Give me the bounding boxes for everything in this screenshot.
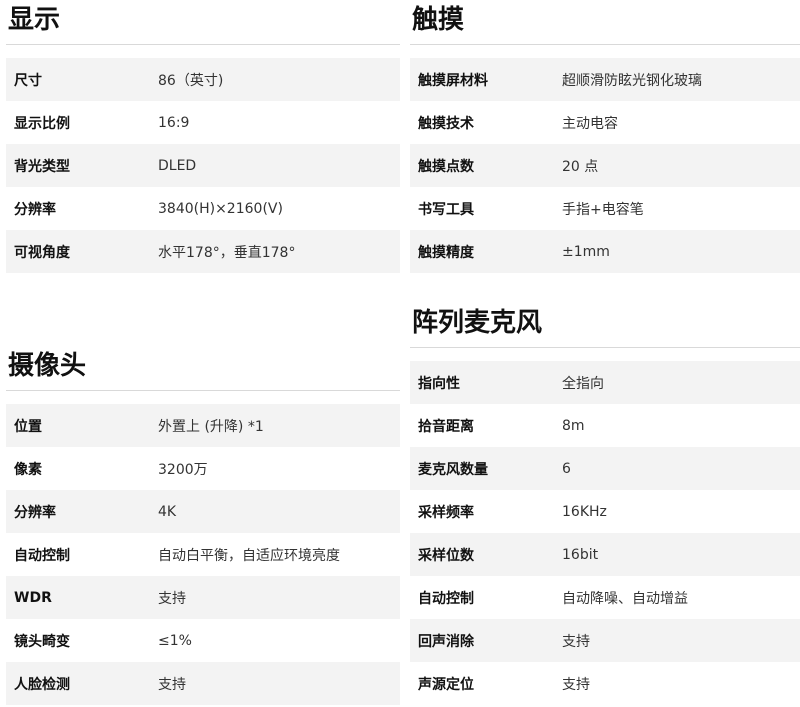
display-spec-table: 尺寸 86（英寸) 显示比例 16:9 背光类型 DLED 分辨率 3840(H)×21… [6,58,400,273]
spec-row: 触摸精度 ±1mm [410,230,800,273]
spec-row: 分辨率 4K [6,490,400,533]
spec-row: 镜头畸变 ≤1% [6,619,400,662]
spec-value: 20 点 [562,158,599,175]
spec-label: 触摸屏材料 [418,72,488,89]
spec-row: 回声消除 支持 [410,619,800,662]
spec-row: WDR 支持 [6,576,400,619]
spec-value: 支持 [158,676,186,693]
mic-array-section: 阵列麦克风 指向性 全指向 拾音距离 8m 麦克风数量 6 采样频率 16KHz 采样位… [410,303,800,705]
spec-label: 回声消除 [418,633,474,650]
spec-label: 位置 [14,418,42,435]
display-section: 显示 尺寸 86（英寸) 显示比例 16:9 背光类型 DLED 分辨率 3840(H)… [6,0,400,273]
spec-label: 声源定位 [418,676,474,693]
spec-value: 16:9 [158,114,190,131]
spec-label: 分辨率 [14,504,56,521]
spec-label: 自动控制 [14,547,70,564]
spec-row: 自动控制 自动白平衡，自适应环境亮度 [6,533,400,576]
spec-row: 分辨率 3840(H)×2160(V) [6,187,400,230]
spec-row: 可视角度 水平178°，垂直178° [6,230,400,273]
spec-label: 拾音距离 [418,418,474,435]
spec-row: 麦克风数量 6 [410,447,800,490]
spec-row: 采样位数 16bit [410,533,800,576]
camera-section: 摄像头 位置 外置上 (升降) *1 像素 3200万 分辨率 4K 自动控制 自动白平… [6,346,400,705]
spec-value: 手指+电容笔 [562,201,644,218]
spec-value: 自动降噪、自动增益 [562,590,688,607]
camera-spec-table: 位置 外置上 (升降) *1 像素 3200万 分辨率 4K 自动控制 自动白平衡，自适… [6,404,400,705]
spec-row: 采样频率 16KHz [410,490,800,533]
spec-value: 自动白平衡，自适应环境亮度 [158,547,340,564]
spec-label: 麦克风数量 [418,461,488,478]
spec-row: 书写工具 手指+电容笔 [410,187,800,230]
spec-label: 可视角度 [14,244,70,261]
spec-row: 拾音距离 8m [410,404,800,447]
spec-row: 触摸技术 主动电容 [410,101,800,144]
spec-label: 自动控制 [418,590,474,607]
mic-spec-table: 指向性 全指向 拾音距离 8m 麦克风数量 6 采样频率 16KHz 采样位数 16bit… [410,361,800,705]
spec-row: 人脸检测 支持 [6,662,400,705]
spec-value: ≤1% [158,632,192,649]
spec-value: 主动电容 [562,115,618,132]
spec-label: 尺寸 [14,72,42,89]
spec-label: WDR [14,589,52,606]
section-title-touch: 触摸 [410,0,800,45]
spec-label: 人脸检测 [14,676,70,693]
spec-label: 采样位数 [418,547,474,564]
spec-value: 3200万 [158,461,208,478]
spec-row: 背光类型 DLED [6,144,400,187]
spec-value: 6 [562,460,571,477]
spec-value: 16KHz [562,503,607,520]
spec-label: 镜头畸变 [14,633,70,650]
spec-value: 水平178°，垂直178° [158,244,296,261]
spec-value: 3840(H)×2160(V) [158,200,283,217]
section-title-mic-array: 阵列麦克风 [410,303,800,348]
spec-value: 86（英寸) [158,72,224,89]
spec-value: 支持 [562,676,590,693]
spec-label: 显示比例 [14,115,70,132]
section-title-display: 显示 [6,0,400,45]
spec-label: 采样频率 [418,504,474,521]
spec-row: 自动控制 自动降噪、自动增益 [410,576,800,619]
spec-row: 指向性 全指向 [410,361,800,404]
spec-value: 支持 [158,590,186,607]
spec-label: 像素 [14,461,42,478]
spec-value: DLED [158,157,197,174]
spec-value: 全指向 [562,375,604,392]
spec-label: 书写工具 [418,201,474,218]
spec-label: 分辨率 [14,201,56,218]
spec-label: 指向性 [418,375,460,392]
spec-value: 16bit [562,546,599,563]
spec-value: 超顺滑防眩光钢化玻璃 [562,72,702,89]
touch-spec-table: 触摸屏材料 超顺滑防眩光钢化玻璃 触摸技术 主动电容 触摸点数 20 点 书写工具 手指… [410,58,800,273]
spec-row: 像素 3200万 [6,447,400,490]
touch-section: 触摸 触摸屏材料 超顺滑防眩光钢化玻璃 触摸技术 主动电容 触摸点数 20 点 书写工… [410,0,800,273]
spec-row: 显示比例 16:9 [6,101,400,144]
spec-value: ±1mm [562,243,610,260]
spec-value: 8m [562,417,585,434]
spec-row: 位置 外置上 (升降) *1 [6,404,400,447]
spec-value: 支持 [562,633,590,650]
spec-label: 触摸技术 [418,115,474,132]
spec-value: 4K [158,503,177,520]
spec-row: 声源定位 支持 [410,662,800,705]
spec-label: 触摸精度 [418,244,474,261]
spec-value: 外置上 (升降) *1 [158,418,264,435]
spec-row: 尺寸 86（英寸) [6,58,400,101]
spec-row: 触摸点数 20 点 [410,144,800,187]
section-title-camera: 摄像头 [6,346,400,391]
spec-label: 触摸点数 [418,158,474,175]
spec-row: 触摸屏材料 超顺滑防眩光钢化玻璃 [410,58,800,101]
spec-label: 背光类型 [14,158,70,175]
